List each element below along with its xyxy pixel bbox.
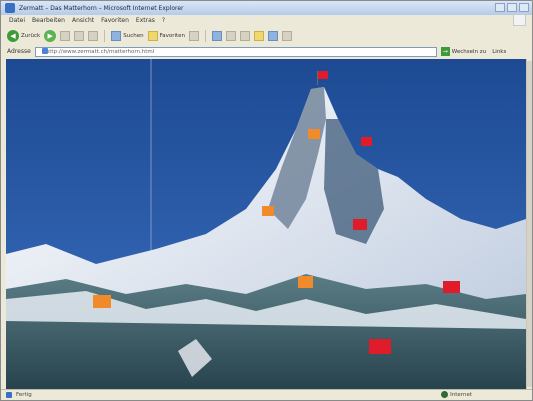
menu-bar: Datei Bearbeiten Ansicht Favoriten Extra… xyxy=(1,15,532,26)
address-bar: Adresse → Wechseln zu Links xyxy=(1,45,532,58)
globe-icon xyxy=(441,391,449,398)
matterhorn-panorama xyxy=(6,59,526,389)
scrollbar-thumb[interactable] xyxy=(527,61,532,387)
research-icon[interactable] xyxy=(282,30,293,41)
page-favicon-icon xyxy=(42,48,48,54)
window-controls xyxy=(495,3,529,12)
marker-cloth xyxy=(308,129,320,139)
folder-icon[interactable] xyxy=(254,30,265,41)
marker-cloth xyxy=(93,295,111,308)
zone-label: Internet xyxy=(450,391,472,398)
stop-icon[interactable] xyxy=(60,30,71,41)
flag-cloth xyxy=(318,71,328,79)
back-arrow-icon: ◀ xyxy=(7,29,19,42)
toolbar-separator xyxy=(205,29,207,42)
favorites-label: Favoriten xyxy=(159,32,186,39)
menu-help[interactable]: ? xyxy=(162,17,165,24)
search-label: Suchen xyxy=(123,32,144,39)
title-bar: Zermatt – Das Matterhorn – Microsoft Int… xyxy=(1,1,532,15)
toolbar-separator xyxy=(104,29,106,42)
ie-icon xyxy=(5,3,15,13)
print-icon[interactable] xyxy=(226,30,237,41)
refresh-icon[interactable] xyxy=(74,30,85,41)
status-bar: Fertig Internet xyxy=(1,389,532,400)
page-status-icon xyxy=(6,392,12,398)
favorites-star-icon xyxy=(147,30,158,41)
marker-cloth xyxy=(369,339,391,354)
address-label: Adresse xyxy=(7,48,31,55)
history-icon[interactable] xyxy=(189,30,200,41)
go-label: Wechseln zu xyxy=(451,48,487,55)
maximize-button[interactable] xyxy=(507,3,517,12)
menu-favorites[interactable]: Favoriten xyxy=(101,17,129,24)
vertical-scrollbar[interactable] xyxy=(526,59,532,389)
go-button[interactable]: → Wechseln zu xyxy=(440,47,487,56)
mail-icon[interactable] xyxy=(212,30,223,41)
address-input[interactable] xyxy=(34,46,437,57)
menu-view[interactable]: Ansicht xyxy=(72,17,94,24)
close-button[interactable] xyxy=(519,3,529,12)
menu-edit[interactable]: Bearbeiten xyxy=(32,17,65,24)
browser-window: Zermatt – Das Matterhorn – Microsoft Int… xyxy=(0,0,533,401)
home-icon[interactable] xyxy=(88,30,99,41)
menu-tools[interactable]: Extras xyxy=(136,17,155,24)
marker-cloth xyxy=(443,281,460,293)
marker-cloth xyxy=(353,219,367,230)
status-text: Fertig xyxy=(16,392,32,398)
marker-cloth xyxy=(298,276,313,288)
marker-cloth xyxy=(361,137,372,146)
marker-cloth xyxy=(262,206,274,216)
toolbar: ◀ Zurück ▶ Suchen Favoriten xyxy=(1,26,532,45)
search-button[interactable]: Suchen xyxy=(111,30,144,41)
go-arrow-icon: → xyxy=(440,47,450,56)
page-content xyxy=(6,59,526,389)
favorites-button[interactable]: Favoriten xyxy=(147,30,186,41)
forward-button[interactable]: ▶ xyxy=(44,29,57,42)
search-icon xyxy=(111,30,122,41)
window-title: Zermatt – Das Matterhorn – Microsoft Int… xyxy=(19,4,184,12)
minimize-button[interactable] xyxy=(495,3,505,12)
links-button[interactable]: Links xyxy=(492,49,506,55)
edit-icon[interactable] xyxy=(240,30,251,41)
back-label: Zurück xyxy=(21,32,41,39)
messenger-icon[interactable] xyxy=(268,30,279,41)
back-button[interactable]: ◀ Zurück xyxy=(7,29,41,42)
menu-file[interactable]: Datei xyxy=(9,17,25,24)
windows-logo-icon xyxy=(513,14,526,26)
security-zone: Internet xyxy=(441,391,472,398)
